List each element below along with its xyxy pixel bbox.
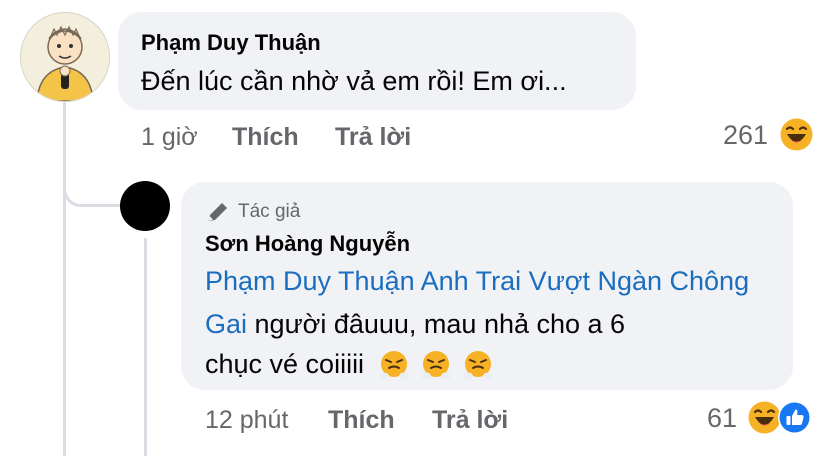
- comment-time[interactable]: 1 giờ: [141, 123, 198, 152]
- like-thumb-icon[interactable]: [778, 401, 811, 434]
- reply-time[interactable]: 12 phút: [205, 406, 288, 435]
- thread-line-main: [63, 96, 66, 456]
- comment-text: Đến lúc cần nhờ vả em rồi! Em ơi...: [141, 66, 567, 96]
- comment-like-button[interactable]: Thích: [232, 123, 299, 152]
- thread-line-curve: [63, 170, 126, 207]
- reply-reply-button[interactable]: Trả lời: [432, 406, 508, 435]
- pencil-icon: [208, 203, 227, 221]
- reply-text-part2: chục vé coiiiii: [205, 349, 365, 379]
- comment-author[interactable]: Phạm Duy Thuận: [141, 30, 321, 56]
- steam-nose-emoji-icon: [420, 349, 452, 381]
- comment-reaction-count[interactable]: 261: [723, 120, 768, 151]
- reply-author-avatar[interactable]: [120, 181, 170, 231]
- reply-text: Phạm Duy Thuận Anh Trai Vượt Ngàn Chông …: [205, 260, 765, 346]
- comment-reply-button[interactable]: Trả lời: [335, 123, 411, 152]
- laughing-emoji-icon[interactable]: [780, 118, 813, 151]
- steam-nose-emoji-icon: [378, 349, 410, 381]
- reply-like-button[interactable]: Thích: [328, 406, 395, 435]
- laughing-emoji-icon[interactable]: [748, 401, 781, 434]
- reply-text-part1: người đâuuu, mau nhả cho a 6: [247, 309, 626, 339]
- reply-author[interactable]: Sơn Hoàng Nguyễn: [205, 231, 410, 257]
- author-badge: Tác giả: [205, 199, 300, 225]
- reply-text-line3: chục vé coiiiii: [205, 343, 494, 386]
- steam-nose-emoji-icon: [462, 349, 494, 381]
- author-badge-label: Tác giả: [238, 201, 301, 222]
- cartoon-man-avatar-icon: [21, 13, 109, 101]
- commenter-avatar[interactable]: [20, 12, 110, 102]
- reply-reaction-count[interactable]: 61: [707, 403, 737, 434]
- thread-line-reply: [144, 238, 147, 456]
